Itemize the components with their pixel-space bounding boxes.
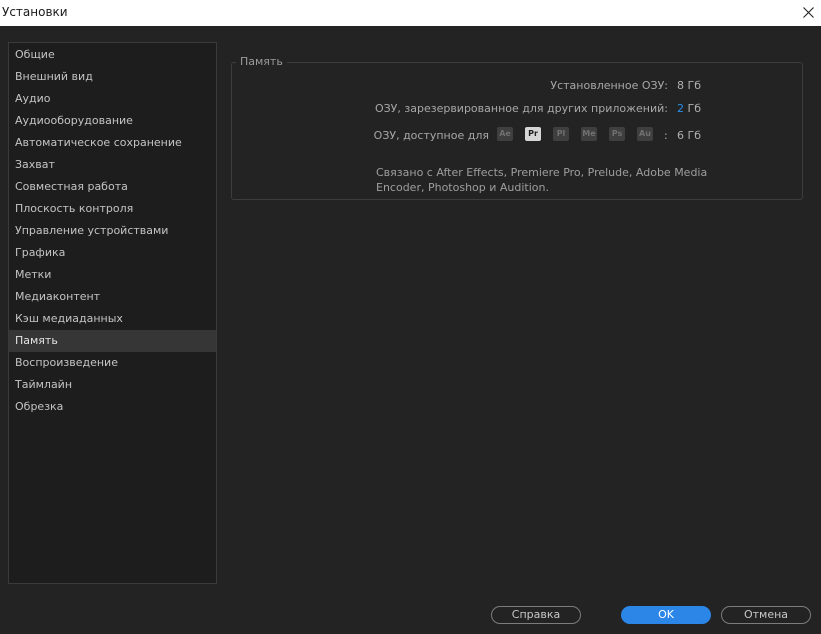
installed-ram-value: 8 Гб — [677, 79, 701, 92]
reserved-ram-label: ОЗУ, зарезервированное для других прилож… — [374, 102, 668, 115]
premiere-pro-icon: Pr — [525, 127, 541, 141]
title-bar: Установки — [0, 0, 821, 26]
available-ram-colon: : — [664, 129, 668, 142]
window-title: Установки — [2, 5, 68, 19]
sidebar-item-collaboration[interactable]: Совместная работа — [9, 176, 216, 198]
sidebar-item-labels[interactable]: Метки — [9, 264, 216, 286]
media-encoder-icon: Me — [581, 127, 597, 141]
help-button[interactable]: Справка — [491, 606, 581, 624]
sidebar-item-media-cache[interactable]: Кэш медиаданных — [9, 308, 216, 330]
reserved-ram-value: 2 Гб — [677, 102, 701, 115]
reserved-ram-input[interactable]: 2 — [677, 102, 684, 115]
available-ram-label: ОЗУ, доступное для — [373, 129, 489, 142]
audition-icon: Au — [637, 127, 653, 141]
sidebar-item-device-control[interactable]: Управление устройствами — [9, 220, 216, 242]
shared-apps-note: Связано с After Effects, Premiere Pro, P… — [376, 166, 708, 194]
sidebar-item-timeline[interactable]: Таймлайн — [9, 374, 216, 396]
prelude-icon: Pl — [553, 127, 569, 141]
reserved-ram-unit: Гб — [687, 102, 702, 115]
sidebar-item-playback[interactable]: Воспроизведение — [9, 352, 216, 374]
close-button[interactable] — [797, 2, 819, 22]
sidebar-item-audio[interactable]: Аудио — [9, 88, 216, 110]
after-effects-icon: Ae — [497, 127, 513, 141]
memory-group-title: Память — [236, 55, 287, 68]
close-icon — [802, 6, 814, 18]
sidebar-item-general[interactable]: Общие — [9, 44, 216, 66]
sidebar-item-media[interactable]: Медиаконтент — [9, 286, 216, 308]
photoshop-icon: Ps — [609, 127, 625, 141]
preferences-sidebar: Общие Внешний вид Аудио Аудиооборудовани… — [8, 42, 217, 584]
sidebar-item-control-surface[interactable]: Плоскость контроля — [9, 198, 216, 220]
cancel-button[interactable]: Отмена — [721, 606, 811, 624]
available-ram-value: 6 Гб — [677, 129, 701, 142]
sidebar-item-auto-save[interactable]: Автоматическое сохранение — [9, 132, 216, 154]
sidebar-item-graphics[interactable]: Графика — [9, 242, 216, 264]
ok-button[interactable]: OK — [621, 606, 711, 624]
installed-ram-label: Установленное ОЗУ: — [550, 79, 668, 92]
sidebar-item-appearance[interactable]: Внешний вид — [9, 66, 216, 88]
sidebar-item-audio-hardware[interactable]: Аудиооборудование — [9, 110, 216, 132]
sidebar-item-capture[interactable]: Захват — [9, 154, 216, 176]
sidebar-item-trim[interactable]: Обрезка — [9, 396, 216, 418]
sidebar-item-memory[interactable]: Память — [9, 330, 216, 352]
